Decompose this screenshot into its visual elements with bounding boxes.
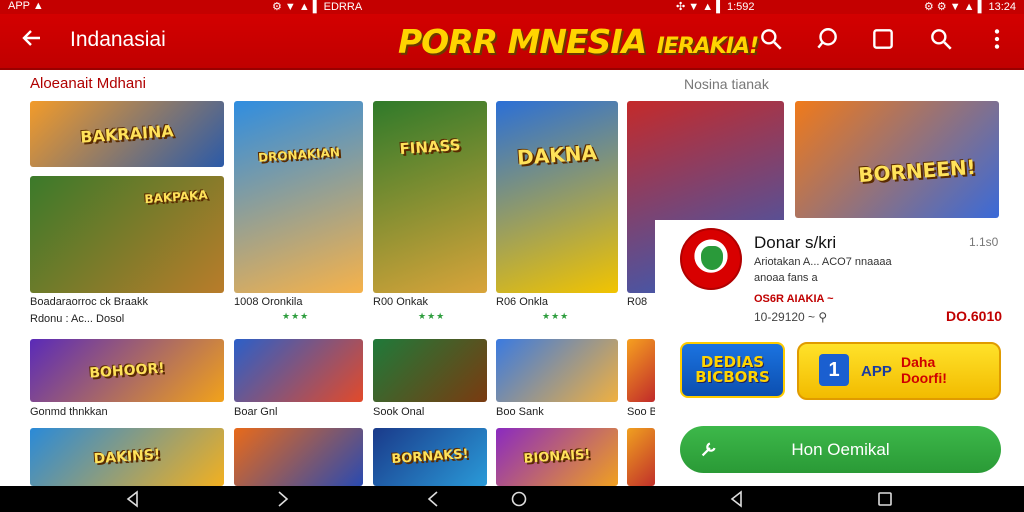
tile-label: DAKNA — [516, 139, 598, 170]
app-icon[interactable] — [680, 228, 742, 290]
game-tile[interactable]: BORNAKS! — [373, 428, 487, 486]
game-tile[interactable]: BAKRAINA — [30, 101, 224, 167]
search-icon[interactable] — [758, 26, 788, 56]
app-name: Donar s/kri — [754, 233, 837, 252]
game-tile[interactable] — [627, 428, 655, 486]
tile-caption: R00 Onkak — [373, 296, 429, 308]
download-label: Daha Doorfi! — [901, 354, 947, 386]
tile-caption: Boadaraorroc ck Braakk — [30, 296, 148, 308]
status-mid2: ✣ ▼ ▲ ▌ 1:592 — [676, 1, 755, 13]
game-tile[interactable]: DAKINS! — [30, 428, 224, 486]
square-icon[interactable] — [870, 26, 900, 56]
home-circle-icon[interactable] — [510, 490, 528, 508]
chevron-left-icon[interactable] — [424, 490, 442, 508]
tile-caption: Boar Gnl — [234, 406, 278, 418]
brand-small: IERAKIA! — [656, 34, 759, 59]
search-icon-2[interactable] — [928, 26, 958, 56]
more-vert-icon[interactable] — [984, 26, 1014, 56]
section-title-right: Nosina tianak — [684, 76, 769, 92]
game-tile[interactable]: BAKPAKA — [30, 176, 224, 293]
tile-caption: Gonmd thnkkan — [30, 406, 108, 418]
tile-label: DRONAKIAN — [257, 144, 340, 165]
tile-label: BAKPAKA — [143, 187, 208, 207]
status-left: APP ▲ — [8, 0, 44, 12]
tile-label: BORNEEN! — [857, 155, 977, 188]
game-tile[interactable]: DAKNA — [496, 101, 618, 293]
app-description: anoaa fans a — [754, 272, 818, 284]
game-tile[interactable] — [234, 339, 363, 402]
tile-caption: Rdonu : Ac... Dosol — [30, 313, 125, 325]
chat-icon[interactable] — [814, 26, 844, 56]
game-tile[interactable]: BOHOOR! — [30, 339, 224, 402]
back-triangle-icon[interactable] — [124, 490, 142, 508]
status-bar: APP ▲ ⚙ ▼ ▲ ▌ EDRRA ✣ ▼ ▲ ▌ 1:592 ⚙ ⚙ ▼ … — [0, 0, 1024, 14]
game-tile[interactable]: DRONAKIAN — [234, 101, 363, 293]
tile-caption: 1008 Oronkila — [234, 296, 303, 308]
status-right: ⚙ ⚙ ▼ ▲ ▌ 13:24 — [923, 1, 1016, 13]
tile-label: DAKINS! — [93, 446, 161, 468]
app-count: 1.1s0 — [969, 235, 999, 249]
rating-stars: ★★★ — [282, 311, 310, 321]
tile-label: BOHOOR! — [88, 359, 166, 382]
tile-label: FINASS — [398, 135, 462, 159]
brand-logo: PORR MNESIA IERAKIA! — [398, 22, 759, 61]
app-meta: OS6R AIAKIA ~ — [754, 293, 834, 305]
tile-caption: R06 Onkla — [496, 296, 548, 308]
tile-label: BORNAKS! — [390, 446, 470, 468]
page-title: Indanasiai — [70, 28, 166, 51]
tile-label: BAKRAINA — [79, 121, 175, 147]
game-tile[interactable]: FINASS — [373, 101, 487, 293]
app-price: DO.6010 — [946, 308, 1003, 324]
game-tile[interactable]: BIONAIS! — [496, 428, 618, 486]
app-badge-icon: 1 — [819, 354, 849, 386]
install-button-label: Hon Oemikal — [791, 440, 890, 459]
rating-stars: ★★★ — [542, 311, 570, 321]
section-title-left: Aloeanait Mdhani — [30, 75, 146, 92]
app-meta: 10-29120 ~ ⚲ — [754, 310, 828, 324]
chevron-right-icon[interactable] — [274, 490, 292, 508]
game-tile[interactable] — [496, 339, 618, 402]
game-tile[interactable] — [234, 428, 363, 486]
tile-label: BIONAIS! — [523, 447, 591, 467]
back-arrow-icon[interactable] — [18, 26, 46, 54]
game-tile[interactable]: BORNEEN! — [795, 101, 999, 218]
recents-square-icon[interactable] — [876, 490, 894, 508]
system-nav-bar — [0, 486, 1024, 512]
brand-main: PORR MNESIA — [398, 22, 657, 61]
back-triangle-icon-2[interactable] — [728, 490, 746, 508]
promo-button[interactable]: DEDIAS BICBORS — [680, 342, 785, 398]
status-mid: ⚙ ▼ ▲ ▌ EDRRA — [272, 1, 363, 13]
game-tile[interactable] — [627, 339, 655, 402]
app-label: APP — [861, 363, 892, 380]
promo-button-label: DEDIAS BICBORS — [695, 353, 770, 386]
install-button[interactable]: Hon Oemikal — [680, 426, 1001, 473]
tile-caption: Sook Onal — [373, 406, 425, 418]
rating-stars: ★★★ — [418, 311, 446, 321]
app-download-button[interactable]: 1 APP Daha Doorfi! — [797, 342, 1001, 400]
app-description: Ariotakan A... ACO7 nnaaaa — [754, 256, 892, 268]
tile-caption: Boo Sank — [496, 406, 544, 418]
app-bar: Indanasiai PORR MNESIA IERAKIA! — [0, 14, 1024, 70]
tile-caption: R08 — [627, 296, 648, 308]
game-tile[interactable] — [373, 339, 487, 402]
